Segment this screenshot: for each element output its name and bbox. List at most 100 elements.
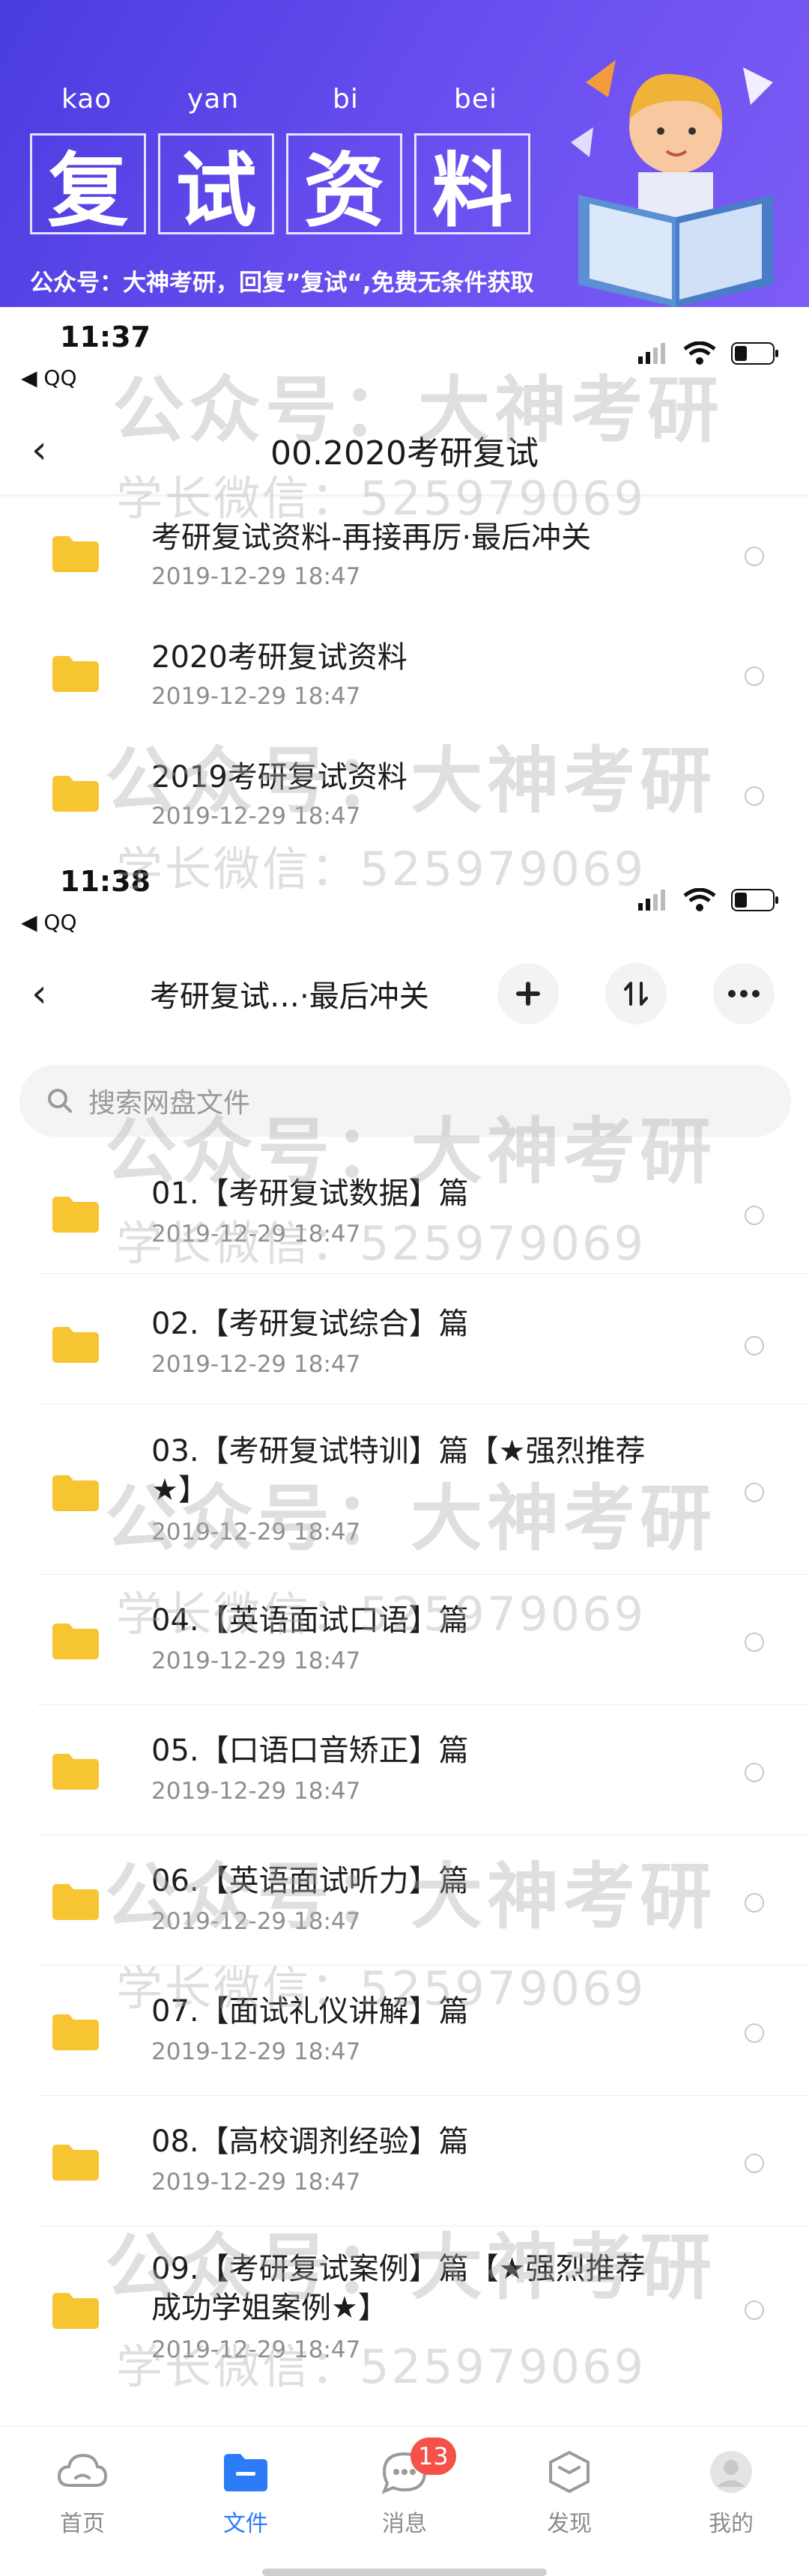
back-to-qq-link[interactable]: ◀ QQ — [21, 365, 77, 390]
folder-icon — [224, 2454, 267, 2491]
tab-messages[interactable]: 13 消息 — [352, 2437, 457, 2538]
select-radio[interactable] — [745, 2023, 764, 2043]
file-date: 2019-12-29 18:47 — [151, 2038, 361, 2065]
signal-icon — [638, 343, 665, 364]
tab-home[interactable]: 首页 — [30, 2449, 135, 2538]
tab-discover[interactable]: 发现 — [517, 2449, 622, 2538]
folder-icon — [52, 1754, 99, 1790]
wifi-icon — [683, 341, 716, 365]
list-item[interactable]: 01.【考研复试数据】篇 2019-12-29 18:47 — [0, 1174, 809, 1272]
battery-icon — [731, 889, 778, 911]
folder-icon — [52, 2293, 99, 2329]
page-title: 考研复试…·最后冲关 — [150, 979, 429, 1014]
tab-label: 文件 — [223, 2511, 268, 2537]
back-to-qq-link[interactable]: ◀ QQ — [21, 910, 77, 935]
select-radio[interactable] — [745, 786, 764, 806]
tab-label: 消息 — [382, 2511, 427, 2537]
banner-title: 复 试 资 料 — [30, 133, 530, 238]
avatar-icon — [710, 2451, 752, 2493]
back-arrow-icon[interactable]: ‹ — [31, 428, 47, 473]
file-name: 03.【考研复试特训】篇【★强烈推荐★】 — [151, 1434, 646, 1507]
list-item[interactable]: 考研复试资料-再接再厉·最后冲关 2019-12-29 18:47 — [0, 517, 809, 607]
file-date: 2019-12-29 18:47 — [151, 2169, 361, 2196]
banner-char: 资 — [286, 133, 402, 238]
folder-icon — [52, 536, 99, 572]
file-name: 2019考研复试资料 — [151, 760, 407, 795]
banner-subtitle: 公众号：大神考研，回复”复试“,免费无条件获取 — [30, 270, 534, 297]
folder-icon — [52, 656, 99, 692]
select-radio[interactable] — [745, 1893, 764, 1913]
pinyin-3: bi — [333, 84, 359, 115]
tab-files[interactable]: 文件 — [193, 2449, 298, 2538]
select-radio[interactable] — [745, 2154, 764, 2173]
list-item[interactable]: 06.【英语面试听力】篇 2019-12-29 18:47 — [0, 1862, 809, 1959]
divider — [37, 2095, 809, 2096]
search-bar[interactable]: 搜索网盘文件 — [19, 1065, 791, 1137]
tab-label: 发现 — [547, 2511, 592, 2537]
tab-label: 我的 — [709, 2511, 754, 2537]
select-radio[interactable] — [745, 1336, 764, 1355]
search-input[interactable]: 搜索网盘文件 — [88, 1081, 250, 1120]
file-date: 2019-12-29 18:47 — [151, 683, 361, 710]
pinyin-2: yan — [187, 84, 240, 115]
select-radio[interactable] — [745, 1206, 764, 1225]
select-radio[interactable] — [745, 2300, 764, 2320]
divider — [37, 1965, 809, 1966]
status-time: 11:38 — [60, 865, 151, 898]
folder-icon — [52, 1475, 99, 1511]
status-icons — [638, 341, 779, 365]
list-item[interactable]: 02.【考研复试综合】篇 2019-12-29 18:47 — [0, 1304, 809, 1402]
add-button[interactable] — [497, 963, 559, 1024]
file-date: 2019-12-29 18:47 — [151, 803, 361, 830]
banner-char: 料 — [414, 133, 530, 238]
list-item[interactable]: 03.【考研复试特训】篇【★强烈推荐★】 2019-12-29 18:47 — [0, 1432, 809, 1574]
file-date: 2019-12-29 18:47 — [151, 1221, 361, 1248]
file-name: 09.【考研复试案例】篇【★强烈推荐 成功学姐案例★】 — [151, 2252, 646, 2325]
select-radio[interactable] — [745, 1763, 764, 1782]
select-radio[interactable] — [745, 1632, 764, 1652]
file-name: 01.【考研复试数据】篇 — [151, 1176, 469, 1211]
folder-icon — [52, 1197, 99, 1233]
list-item[interactable]: 2019考研复试资料 2019-12-29 18:47 — [0, 756, 809, 846]
plus-icon — [516, 982, 540, 1006]
file-date: 2019-12-29 18:47 — [151, 1351, 361, 1378]
list-item[interactable]: 2020考研复试资料 2019-12-29 18:47 — [0, 637, 809, 726]
search-icon — [48, 1089, 72, 1113]
file-date: 2019-12-29 18:47 — [151, 1647, 361, 1674]
list-item[interactable]: 08.【高校调剂经验】篇 2019-12-29 18:47 — [0, 2122, 809, 2220]
nav-bar: ‹ 考研复试…·最后冲关 — [0, 960, 809, 1027]
file-date: 2019-12-29 18:47 — [151, 1778, 361, 1805]
file-date: 2019-12-29 18:47 — [151, 1519, 361, 1546]
list-item[interactable]: 05.【口语口音矫正】篇 2019-12-29 18:47 — [0, 1731, 809, 1829]
list-item[interactable]: 09.【考研复试案例】篇【★强烈推荐 成功学姐案例★】 2019-12-29 1… — [0, 2250, 809, 2392]
sort-button[interactable] — [605, 963, 667, 1024]
status-time: 11:37 — [60, 321, 151, 353]
file-date: 2019-12-29 18:47 — [151, 1908, 361, 1935]
more-dots-icon — [728, 990, 760, 997]
divider — [37, 1403, 809, 1404]
file-name: 2020考研复试资料 — [151, 640, 407, 675]
back-arrow-icon[interactable]: ‹ — [31, 971, 47, 1016]
promo-banner: kao yan bi bei 复 试 资 料 公众号：大神考研，回复”复试“,免… — [0, 0, 809, 307]
banner-char: 试 — [158, 133, 274, 238]
home-indicator — [262, 2569, 547, 2576]
nav-bar: ‹ 00.2020考研复试 — [0, 416, 809, 484]
divider — [37, 1574, 809, 1575]
select-radio[interactable] — [745, 666, 764, 686]
unread-badge: 13 — [410, 2437, 456, 2475]
list-item[interactable]: 07.【面试礼仪讲解】篇 2019-12-29 18:47 — [0, 1992, 809, 2089]
list-item[interactable]: 04.【英语面试口语】篇 2019-12-29 18:47 — [0, 1601, 809, 1698]
wifi-icon — [683, 888, 716, 911]
file-name: 考研复试资料-再接再厉·最后冲关 — [151, 520, 592, 555]
file-name: 08.【高校调剂经验】篇 — [151, 2124, 469, 2159]
signal-icon — [638, 890, 665, 911]
file-name: 06.【英语面试听力】篇 — [151, 1864, 469, 1898]
more-button[interactable] — [713, 963, 775, 1024]
cloud-icon — [57, 2453, 108, 2487]
tab-profile[interactable]: 我的 — [679, 2449, 784, 2538]
pinyin-4: bei — [454, 84, 498, 115]
select-radio[interactable] — [745, 547, 764, 566]
select-radio[interactable] — [745, 1483, 764, 1502]
folder-icon — [52, 1623, 99, 1659]
folder-icon — [52, 1327, 99, 1363]
